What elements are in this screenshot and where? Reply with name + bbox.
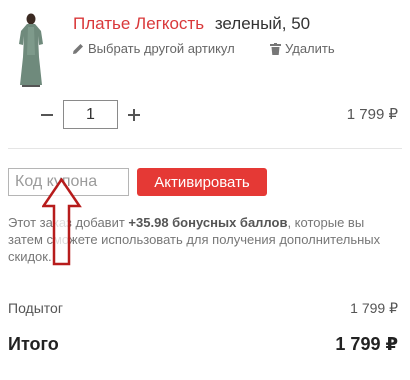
total-label: Итого	[8, 334, 59, 354]
remove-link[interactable]: Удалить	[270, 41, 335, 56]
remove-label: Удалить	[285, 41, 335, 56]
subtotal-label: Подытог	[8, 300, 63, 316]
change-article-label: Выбрать другой артикул	[88, 41, 235, 56]
divider	[8, 148, 402, 149]
decrease-quantity-button[interactable]	[39, 107, 55, 123]
product-title: Платье Легкость зеленый, 50	[73, 14, 310, 34]
total-value: 1 799 ₽	[335, 334, 398, 354]
bonus-amount: +35.98 бонусных баллов	[128, 215, 288, 230]
quantity-input[interactable]	[63, 100, 118, 129]
product-name-link[interactable]: Платье Легкость	[73, 14, 204, 33]
trash-icon	[270, 42, 281, 55]
minus-icon	[41, 114, 53, 116]
increase-quantity-button[interactable]	[126, 107, 142, 123]
product-thumbnail[interactable]	[8, 11, 54, 88]
activate-coupon-button[interactable]: Активировать	[137, 168, 267, 196]
dress-photo-icon	[8, 11, 54, 88]
pencil-icon	[73, 43, 83, 54]
plus-icon	[128, 109, 140, 121]
product-variant: зеленый, 50	[214, 14, 311, 33]
up-arrow-icon	[41, 177, 82, 266]
line-price: 1 799 ₽	[346, 106, 398, 123]
annotation-arrow	[41, 177, 82, 273]
subtotal-value: 1 799 ₽	[350, 300, 398, 316]
change-article-link[interactable]: Выбрать другой артикул	[72, 41, 235, 56]
